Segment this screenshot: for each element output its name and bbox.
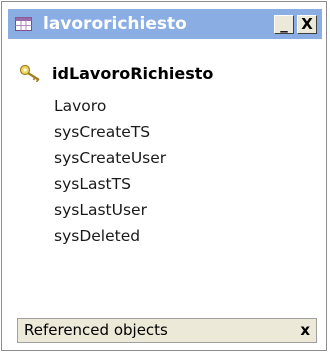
- referenced-objects-label: Referenced objects: [24, 321, 168, 339]
- primary-key-label: idLavoroRichiesto: [52, 63, 214, 83]
- window-title: lavororichiesto: [43, 14, 187, 34]
- primary-key-row[interactable]: idLavoroRichiesto: [19, 61, 213, 85]
- entity-window: lavororichiesto _ X idLavoroRichiesto La…: [1, 1, 327, 351]
- footer-close-button[interactable]: x: [300, 321, 310, 340]
- referenced-objects-bar[interactable]: Referenced objects x: [17, 318, 317, 343]
- title-bar[interactable]: lavororichiesto _ X: [8, 9, 322, 39]
- field-item[interactable]: Lavoro: [54, 93, 166, 119]
- field-item[interactable]: sysDeleted: [54, 223, 166, 249]
- key-icon: [19, 64, 40, 82]
- field-item[interactable]: sysLastTS: [54, 171, 166, 197]
- field-item[interactable]: sysCreateTS: [54, 119, 166, 145]
- close-button[interactable]: X: [297, 15, 317, 34]
- field-list: Lavoro sysCreateTS sysCreateUser sysLast…: [54, 93, 166, 249]
- field-item[interactable]: sysLastUser: [54, 197, 166, 223]
- minimize-button[interactable]: _: [274, 15, 294, 34]
- field-item[interactable]: sysCreateUser: [54, 145, 166, 171]
- table-icon: [15, 17, 32, 31]
